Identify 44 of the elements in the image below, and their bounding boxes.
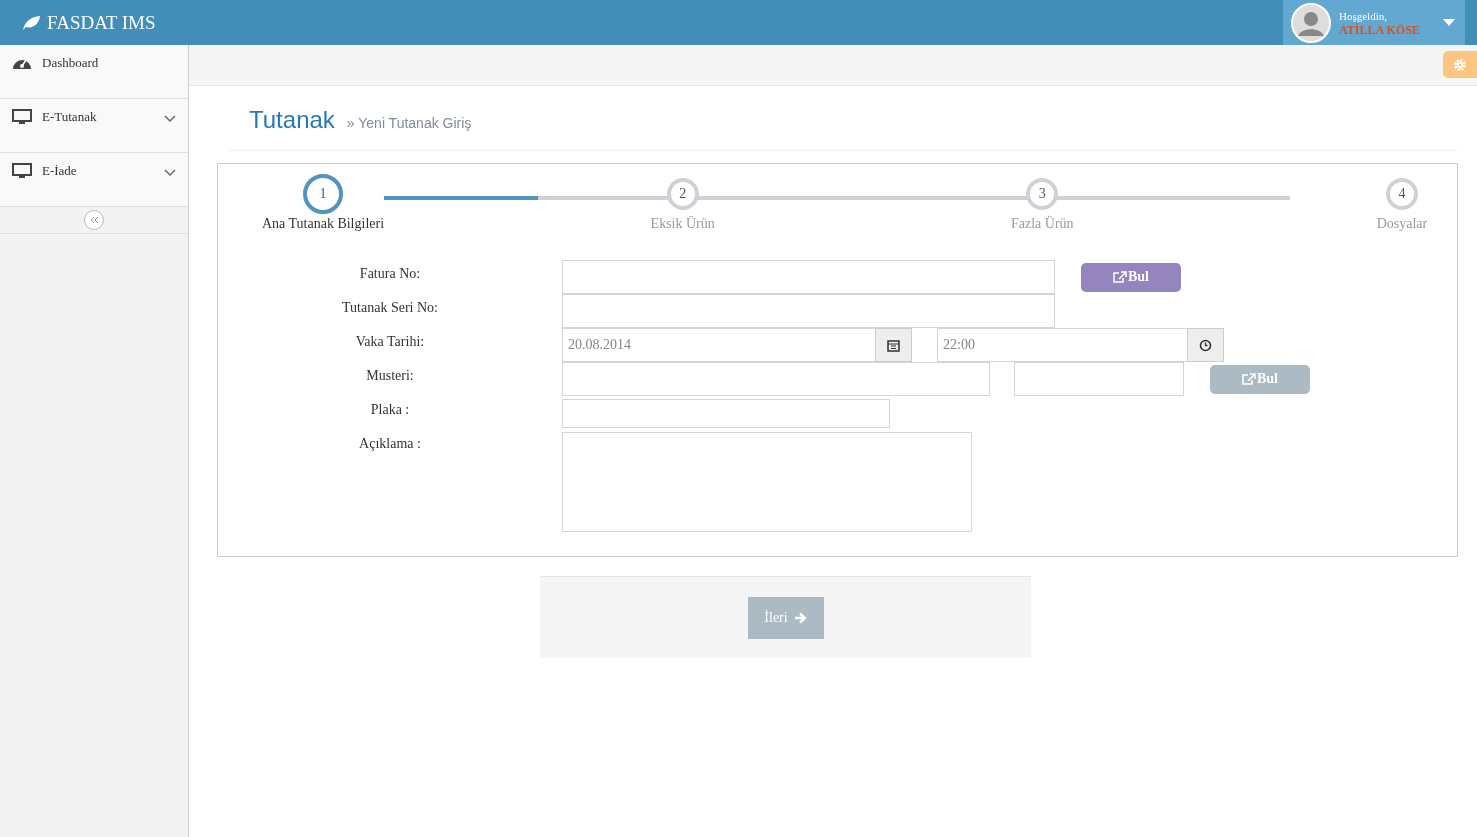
input-field[interactable] [1014,362,1184,396]
sidebar-item[interactable]: Dashboard [0,45,188,99]
step-number[interactable]: 4 [1385,178,1418,210]
field-label: Musteri: [365,367,415,384]
time-field[interactable]: 22:00 [937,328,1187,362]
description-textarea[interactable] [562,432,972,532]
caret-icon [1443,19,1455,26]
calendar-icon [887,338,900,352]
field-label: Tutanak Seri No: [341,299,439,316]
user-name: ATİLLA KÖSE [1339,22,1421,37]
step-number[interactable]: 2 [666,178,699,210]
sidebar-item[interactable]: E-Tutanak [0,99,188,153]
step-label: Ana Tutanak Bilgileri [261,216,385,232]
page-title: Tutanak [249,106,335,134]
leaf-icon [21,14,41,31]
external-link-icon [1242,373,1256,385]
step-number[interactable]: 3 [1026,178,1059,210]
step-label: Eksik Ürün [650,216,715,232]
date-field[interactable]: 20.08.2014 [562,328,875,362]
double-chevron-icon [89,216,99,224]
step-label: Fazla Ürün [1011,216,1074,232]
input-field[interactable] [562,362,990,396]
field-label: Plaka : [369,401,411,418]
field-label: Açıklama : [358,435,422,452]
avatar-icon [1291,2,1331,43]
breadcrumb-text: » Yeni Tutanak Giriş [346,115,472,131]
step-label: Dosyalar [1376,216,1428,232]
input-field[interactable] [562,398,890,428]
field-label: Fatura No: [358,265,422,282]
monitor-icon [12,109,32,125]
input-field[interactable] [562,260,1055,294]
gear-icon [1453,57,1467,72]
greeting-text: Hoşgeldin, [1339,8,1388,23]
monitor-icon [12,163,32,179]
step-number[interactable]: 1 [303,174,343,214]
external-link-icon [1113,271,1127,283]
settings-button[interactable] [1443,51,1477,78]
clock-icon [1199,338,1212,352]
field-label: Vaka Tarihi: [354,333,426,350]
sidebar-item[interactable]: E-İade [0,153,188,207]
collapse-sidebar-button[interactable] [84,210,104,230]
input-field[interactable] [562,294,1055,328]
brand-title: FASDAT IMS [47,11,156,34]
arrow-right-icon [793,611,807,624]
